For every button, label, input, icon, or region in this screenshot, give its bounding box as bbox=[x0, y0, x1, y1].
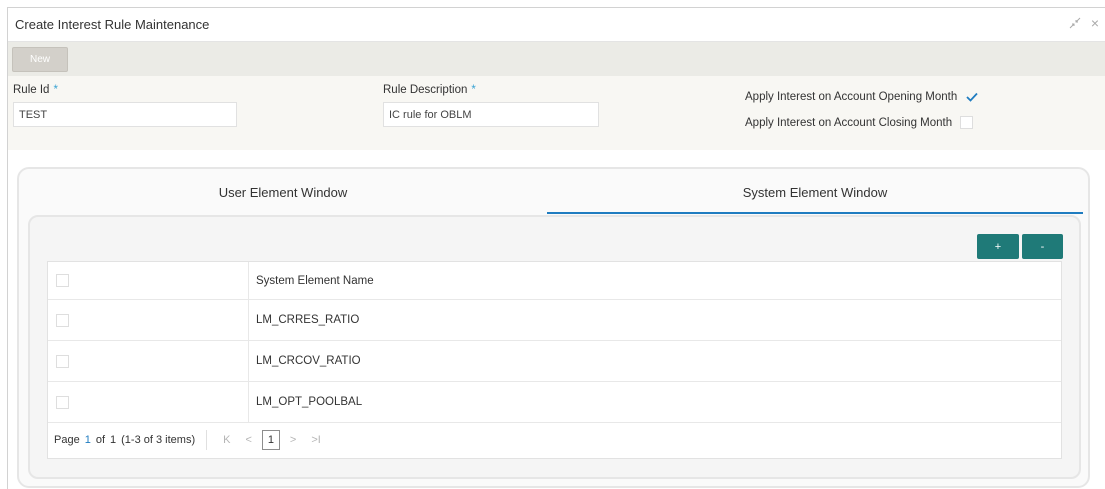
pager-divider bbox=[206, 430, 208, 450]
pager-current-page: 1 bbox=[84, 434, 91, 446]
apply-closing-checkbox[interactable] bbox=[960, 116, 974, 129]
next-page-icon[interactable]: > bbox=[285, 434, 301, 446]
apply-closing-row: Apply Interest on Account Closing Month bbox=[745, 116, 974, 129]
interest-rule-window: Create Interest Rule Maintenance × New R… bbox=[7, 7, 1105, 489]
rule-id-label: Rule Id * bbox=[13, 84, 58, 96]
window-controls: × bbox=[1069, 16, 1099, 32]
rule-id-label-text: Rule Id bbox=[13, 84, 50, 96]
last-page-icon[interactable]: >I bbox=[306, 434, 325, 446]
rule-description-label-text: Rule Description bbox=[383, 84, 468, 96]
first-page-icon[interactable]: K bbox=[218, 434, 235, 446]
required-mark: * bbox=[471, 84, 476, 96]
grid-header-row: System Element Name bbox=[48, 262, 1061, 300]
column-header-system-element-name: System Element Name bbox=[256, 274, 374, 287]
collapse-arrows-icon[interactable] bbox=[1069, 17, 1081, 32]
pager-of-label: of bbox=[95, 434, 106, 446]
apply-closing-label: Apply Interest on Account Closing Month bbox=[745, 116, 953, 129]
pager-items-summary: (1-3 of 3 items) bbox=[121, 434, 196, 446]
pager-page-label: Page bbox=[54, 434, 80, 446]
page-number-button[interactable]: 1 bbox=[261, 430, 280, 450]
row-check-cell bbox=[48, 300, 249, 340]
row-checkbox[interactable] bbox=[56, 313, 69, 327]
system-element-name-cell: LM_OPT_POOLBAL bbox=[256, 396, 363, 408]
row-check-cell bbox=[48, 382, 249, 422]
tab-system-element-window[interactable]: System Element Window bbox=[547, 169, 1083, 215]
active-tab-indicator bbox=[547, 212, 1083, 214]
element-tabs: User Element Window System Element Windo… bbox=[19, 169, 1088, 217]
rule-form: Rule Id* Rule Description* Apply Interes… bbox=[8, 76, 1105, 150]
window-title: Create Interest Rule Maintenance bbox=[15, 17, 210, 32]
table-row[interactable]: LM_CRCOV_RATIO bbox=[48, 341, 1061, 382]
new-button[interactable]: New bbox=[12, 46, 68, 72]
row-checkbox[interactable] bbox=[56, 354, 69, 368]
row-checkbox[interactable] bbox=[56, 395, 69, 409]
select-all-checkbox[interactable] bbox=[56, 274, 69, 287]
tab-user-element-window[interactable]: User Element Window bbox=[19, 169, 547, 215]
required-mark: * bbox=[53, 84, 58, 96]
previous-page-icon[interactable]: < bbox=[240, 434, 256, 446]
header-check-cell bbox=[48, 262, 249, 299]
system-element-grid: System Element Name LM_CRRES_RATIO LM_CR… bbox=[47, 261, 1062, 459]
rule-description-input[interactable] bbox=[383, 102, 599, 127]
system-element-panel: + - System Element Name LM_CRRES_RATIO L… bbox=[28, 215, 1081, 479]
grid-pager: Page 1 of 1 (1-3 of 3 items) K < 1 > >I bbox=[48, 422, 1061, 458]
apply-opening-row: Apply Interest on Account Opening Month bbox=[745, 90, 978, 103]
add-row-button[interactable]: + bbox=[977, 234, 1019, 259]
system-element-name-cell: LM_CRCOV_RATIO bbox=[256, 355, 361, 367]
rule-description-label: Rule Description * bbox=[383, 84, 476, 96]
pager-total-pages: 1 bbox=[110, 434, 117, 446]
close-icon[interactable]: × bbox=[1091, 16, 1099, 32]
table-row[interactable]: LM_CRRES_RATIO bbox=[48, 300, 1061, 341]
remove-row-button[interactable]: - bbox=[1022, 234, 1063, 259]
element-window-panel: User Element Window System Element Windo… bbox=[17, 167, 1090, 488]
toolbar: New bbox=[8, 42, 1105, 76]
apply-opening-label: Apply Interest on Account Opening Month bbox=[745, 90, 958, 103]
apply-opening-checkbox[interactable] bbox=[965, 90, 978, 103]
checkmark-icon bbox=[966, 92, 978, 102]
title-bar: Create Interest Rule Maintenance bbox=[8, 8, 1105, 42]
rule-id-input[interactable] bbox=[13, 102, 237, 127]
system-element-name-cell: LM_CRRES_RATIO bbox=[256, 314, 360, 326]
table-row[interactable]: LM_OPT_POOLBAL bbox=[48, 382, 1061, 423]
row-check-cell bbox=[48, 341, 249, 381]
